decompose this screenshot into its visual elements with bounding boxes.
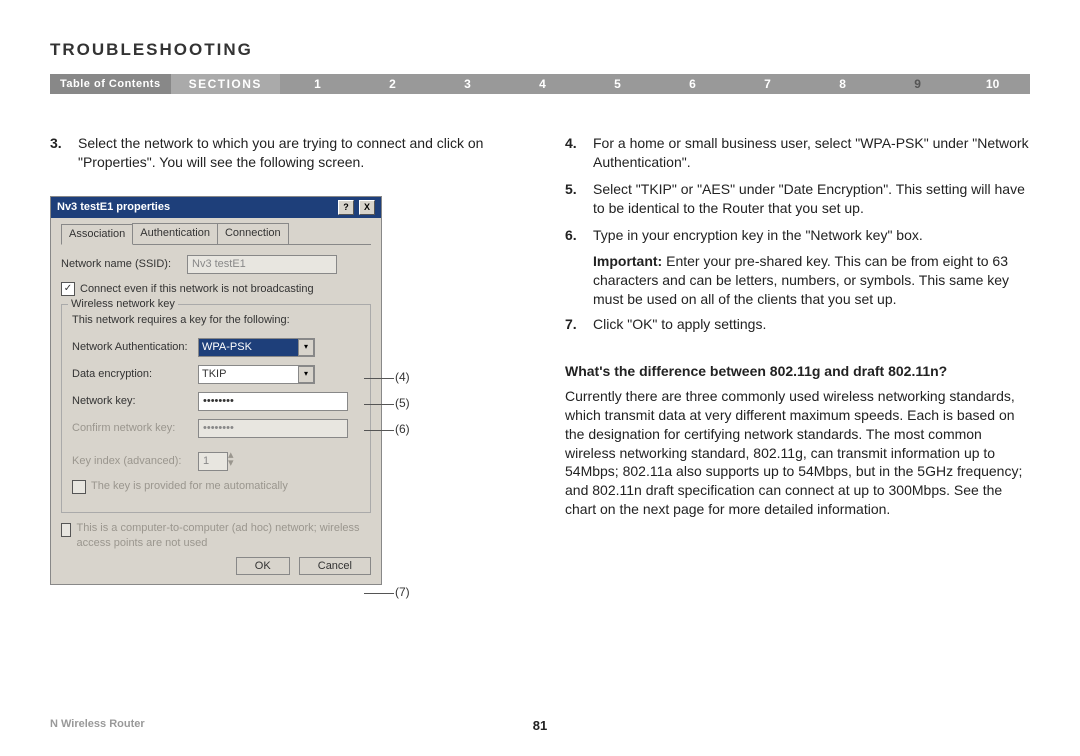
- chevron-down-icon[interactable]: ▾: [298, 366, 314, 383]
- nav-2[interactable]: 2: [355, 77, 430, 91]
- step-7-number: 7.: [565, 315, 593, 334]
- footer-page-number: 81: [533, 718, 547, 733]
- encryption-select-value: TKIP: [202, 367, 226, 382]
- adhoc-checkbox: [61, 523, 71, 537]
- nav-4[interactable]: 4: [505, 77, 580, 91]
- confirm-key-label: Confirm network key:: [72, 421, 192, 436]
- step-3-number: 3.: [50, 134, 78, 172]
- properties-dialog: Nv3 testE1 properties ? X Association Au…: [50, 196, 382, 585]
- nav-6[interactable]: 6: [655, 77, 730, 91]
- nav-1[interactable]: 1: [280, 77, 355, 91]
- ssid-label: Network name (SSID):: [61, 257, 181, 272]
- close-icon[interactable]: X: [359, 200, 375, 215]
- auto-key-checkbox: [72, 480, 86, 494]
- nav-8[interactable]: 8: [805, 77, 880, 91]
- dialog-title: Nv3 testE1 properties: [57, 200, 170, 215]
- auto-key-label: The key is provided for me automatically: [91, 479, 288, 494]
- adhoc-label: This is a computer-to-computer (ad hoc) …: [76, 521, 371, 551]
- tab-authentication[interactable]: Authentication: [132, 223, 218, 244]
- auth-label: Network Authentication:: [72, 340, 192, 355]
- step-6-number: 6.: [565, 226, 593, 245]
- nav-toc[interactable]: Table of Contents: [50, 74, 171, 94]
- callout-5: (5): [395, 396, 410, 410]
- step-6-text: Type in your encryption key in the "Netw…: [593, 226, 1030, 245]
- answer-text: Currently there are three commonly used …: [565, 387, 1030, 519]
- encryption-label: Data encryption:: [72, 367, 192, 382]
- key-index-label: Key index (advanced):: [72, 454, 192, 469]
- network-key-input[interactable]: ••••••••: [198, 392, 348, 411]
- callout-6: (6): [395, 422, 410, 436]
- fieldset-legend: Wireless network key: [68, 297, 178, 312]
- spinner-down-icon: ▾: [228, 460, 241, 468]
- page-title: TROUBLESHOOTING: [50, 40, 1030, 60]
- encryption-select[interactable]: TKIP ▾: [198, 365, 315, 384]
- callout-4: (4): [395, 370, 410, 384]
- step-3-text: Select the network to which you are tryi…: [78, 134, 515, 172]
- step-5-text: Select "TKIP" or "AES" under "Date Encry…: [593, 180, 1030, 218]
- nav-10[interactable]: 10: [955, 77, 1030, 91]
- step-5-number: 5.: [565, 180, 593, 218]
- footer-product: N Wireless Router: [50, 718, 145, 730]
- nav-sections-label: SECTIONS: [171, 74, 280, 94]
- question-heading: What's the difference between 802.11g an…: [565, 362, 1030, 381]
- ssid-input: Nv3 testE1: [187, 255, 337, 274]
- ok-button[interactable]: OK: [236, 557, 290, 575]
- step-4-text: For a home or small business user, selec…: [593, 134, 1030, 172]
- key-index-input: 1: [198, 452, 228, 471]
- network-key-label: Network key:: [72, 394, 192, 409]
- auth-select-value: WPA-PSK: [202, 340, 252, 355]
- nav-7[interactable]: 7: [730, 77, 805, 91]
- step-4-number: 4.: [565, 134, 593, 172]
- chevron-down-icon[interactable]: ▾: [298, 339, 314, 356]
- connect-checkbox[interactable]: ✓: [61, 282, 75, 296]
- important-label: Important:: [593, 253, 662, 269]
- auth-select[interactable]: WPA-PSK ▾: [198, 338, 315, 357]
- connect-checkbox-label: Connect even if this network is not broa…: [80, 282, 314, 297]
- confirm-key-input: ••••••••: [198, 419, 348, 438]
- nav-9[interactable]: 9: [880, 77, 955, 91]
- cancel-button[interactable]: Cancel: [299, 557, 371, 575]
- help-icon[interactable]: ?: [338, 200, 354, 215]
- tab-association[interactable]: Association: [61, 224, 133, 245]
- nav-5[interactable]: 5: [580, 77, 655, 91]
- callout-7: (7): [395, 585, 410, 599]
- tab-connection[interactable]: Connection: [217, 223, 289, 244]
- key-message: This network requires a key for the foll…: [72, 313, 360, 328]
- step-7-text: Click "OK" to apply settings.: [593, 315, 1030, 334]
- section-navbar: Table of Contents SECTIONS 1 2 3 4 5 6 7…: [50, 74, 1030, 94]
- nav-3[interactable]: 3: [430, 77, 505, 91]
